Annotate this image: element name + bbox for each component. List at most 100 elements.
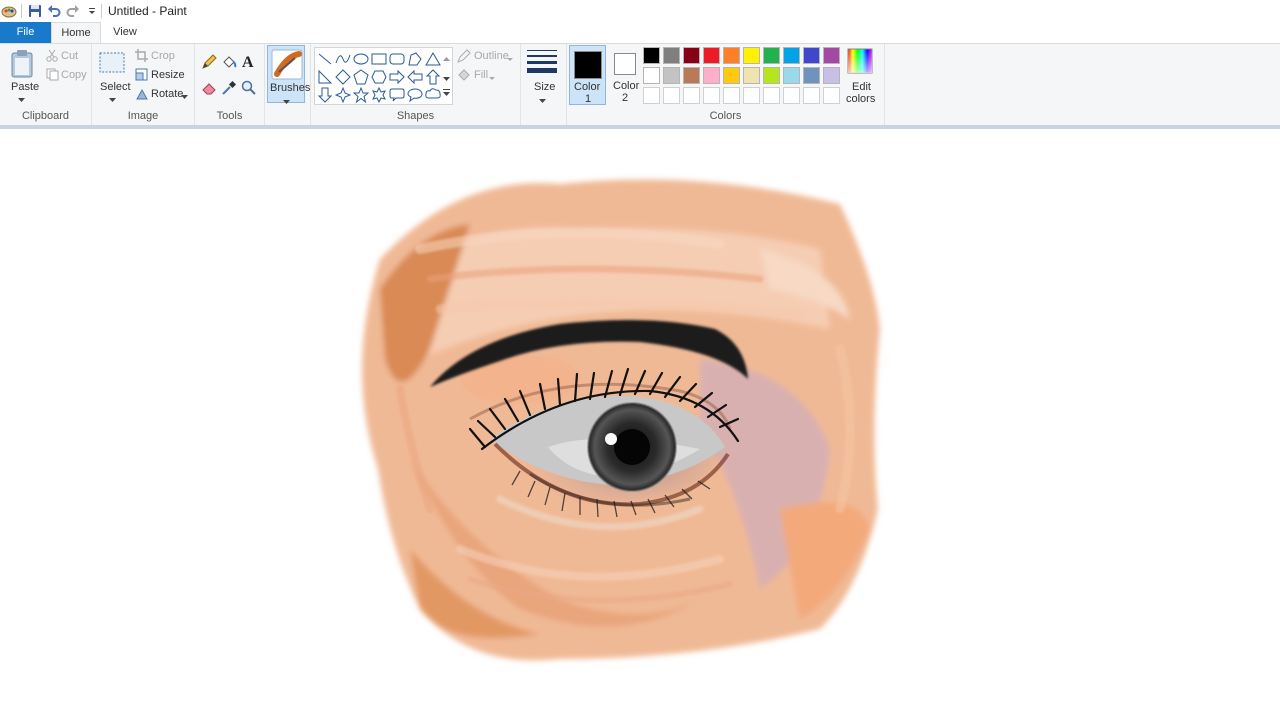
shapes-group: Outline Fill Shapes [311,44,521,125]
palette-swatch[interactable] [743,47,760,64]
down-arrow-shape-icon[interactable] [317,87,333,103]
edit-colors-icon[interactable] [847,48,873,77]
palette-swatch[interactable] [743,67,760,84]
palette-swatch[interactable] [663,87,680,104]
four-point-star-shape-icon[interactable] [334,86,352,104]
five-point-star-shape-icon[interactable] [352,86,370,104]
rounded-callout-shape-icon[interactable] [389,87,405,103]
rotate-dropdown-icon[interactable] [181,91,188,103]
crop-icon[interactable] [135,49,148,65]
palette-swatch[interactable] [823,67,840,84]
palette-swatch[interactable] [683,87,700,104]
paste-dropdown-icon[interactable] [18,94,25,106]
crop-button[interactable]: Crop [151,50,175,62]
hexagon-shape-icon[interactable] [371,69,387,85]
edit-colors-label-line2: colors [846,93,876,105]
palette-swatch[interactable] [803,87,820,104]
palette-swatch[interactable] [683,67,700,84]
palette-swatch[interactable] [763,87,780,104]
palette-swatch[interactable] [743,87,760,104]
select-button[interactable]: Select [100,81,131,93]
palette-swatch[interactable] [783,87,800,104]
image-group-label: Image [127,110,159,122]
line-shape-icon[interactable] [317,51,333,67]
rounded-rectangle-shape-icon[interactable] [389,51,405,67]
size-icon[interactable] [526,49,558,78]
palette-swatch[interactable] [823,87,840,104]
copy-button[interactable]: Copy [61,69,87,81]
outline-button[interactable]: Outline [474,50,509,62]
right-arrow-shape-icon[interactable] [389,69,405,85]
text-icon[interactable]: A [241,53,257,72]
palette-swatch[interactable] [703,87,720,104]
tab-view[interactable]: View [101,22,149,43]
palette-swatch[interactable] [763,47,780,64]
shapes-scroll-up-icon[interactable] [443,53,450,65]
palette-swatch[interactable] [783,67,800,84]
palette-swatch[interactable] [663,47,680,64]
drawing-canvas[interactable] [0,129,1280,720]
fill-dropdown-icon[interactable] [489,72,495,84]
tab-home[interactable]: Home [51,22,101,43]
copy-icon[interactable] [46,68,59,84]
shapes-scroll-down-icon[interactable] [443,73,450,85]
polygon-shape-icon[interactable] [407,51,423,67]
resize-button[interactable]: Resize [151,69,185,81]
fill-shape-icon[interactable] [457,68,471,85]
customize-qat-icon[interactable] [84,3,100,19]
palette-swatch[interactable] [663,67,680,84]
pentagon-shape-icon[interactable] [353,69,369,85]
color1-button[interactable]: Color 1 [569,45,606,105]
up-arrow-shape-icon[interactable] [425,69,441,85]
clipboard-group-label: Clipboard [21,110,70,122]
cloud-callout-shape-icon[interactable] [425,87,441,103]
triangle-shape-icon[interactable] [425,51,441,67]
palette-swatch[interactable] [723,87,740,104]
left-arrow-shape-icon[interactable] [407,69,423,85]
shapes-expand-icon[interactable] [443,88,450,100]
palette-swatch[interactable] [643,67,660,84]
palette-swatch[interactable] [803,67,820,84]
magnifier-icon[interactable] [241,80,257,99]
rectangle-shape-icon[interactable] [371,51,387,67]
curve-shape-icon[interactable] [335,51,351,67]
paint-app-icon[interactable] [1,3,17,19]
cut-icon[interactable] [46,49,58,65]
fill-button[interactable]: Fill [474,69,488,81]
size-dropdown-icon[interactable] [539,95,546,107]
six-point-star-shape-icon[interactable] [371,86,387,104]
tab-file[interactable]: File [0,22,51,43]
outline-icon[interactable] [457,49,471,66]
resize-icon[interactable] [135,68,148,84]
palette-swatch[interactable] [643,47,660,64]
rotate-icon[interactable] [135,87,148,103]
fill-icon[interactable] [221,54,237,73]
pencil-icon[interactable] [201,54,217,73]
color2-button[interactable]: Color 2 [610,45,644,105]
palette-swatch[interactable] [703,67,720,84]
undo-icon[interactable] [46,3,62,19]
rotate-button[interactable]: Rotate [151,88,183,100]
outline-dropdown-icon[interactable] [507,53,513,65]
paste-button[interactable] [10,49,36,82]
select-dropdown-icon[interactable] [109,94,116,106]
right-triangle-shape-icon[interactable] [317,69,333,85]
oval-callout-shape-icon[interactable] [407,87,423,103]
save-icon[interactable] [27,3,43,19]
palette-swatch[interactable] [783,47,800,64]
palette-swatch[interactable] [723,67,740,84]
eraser-icon[interactable] [201,80,217,99]
palette-swatch[interactable] [643,87,660,104]
select-icon[interactable] [99,52,125,77]
palette-swatch[interactable] [823,47,840,64]
diamond-shape-icon[interactable] [335,69,351,85]
palette-swatch[interactable] [723,47,740,64]
redo-icon[interactable] [65,3,81,19]
color-picker-icon[interactable] [221,80,237,99]
palette-swatch[interactable] [763,67,780,84]
palette-swatch[interactable] [703,47,720,64]
palette-swatch[interactable] [803,47,820,64]
cut-button[interactable]: Cut [61,50,78,62]
palette-swatch[interactable] [683,47,700,64]
oval-shape-icon[interactable] [353,51,369,67]
